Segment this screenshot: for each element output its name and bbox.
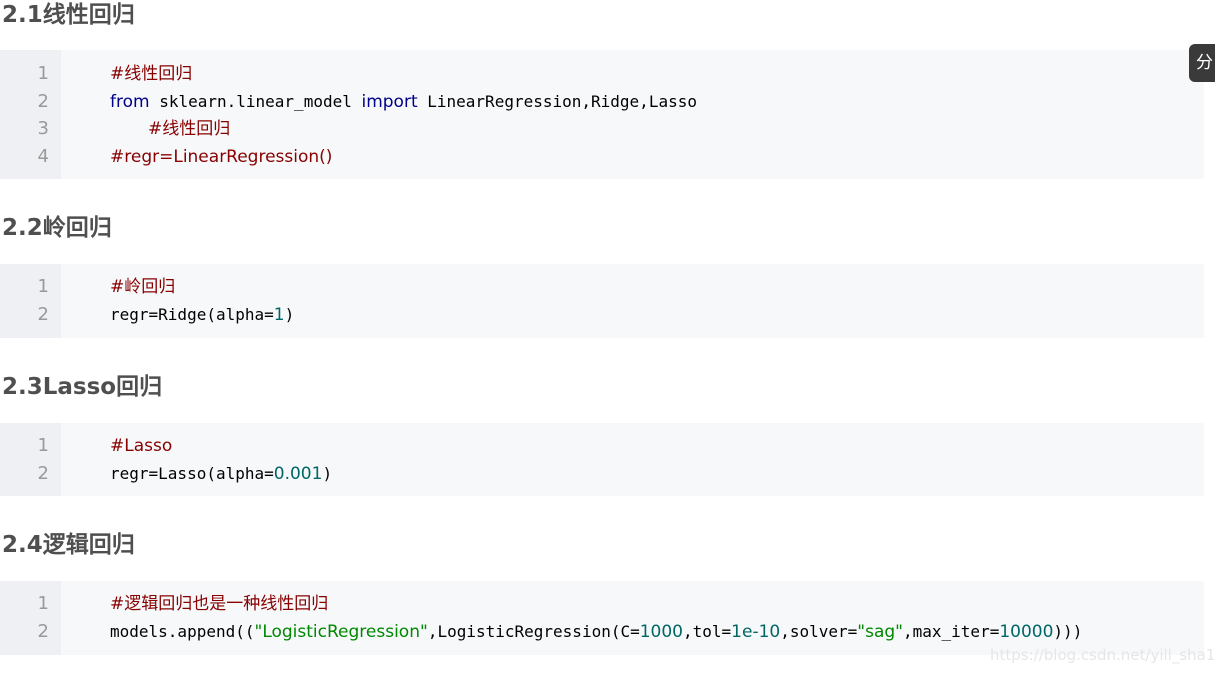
code-keyword: from	[110, 92, 150, 112]
code-line: 2 models.append(("LogisticRegression",Lo…	[0, 618, 1204, 646]
code-line: 4 #regr=LinearRegression()	[0, 143, 1204, 171]
line-number: 1	[37, 63, 49, 84]
code-plain: ,tol=	[683, 622, 732, 641]
line-number: 2	[37, 91, 49, 112]
code-number: 1e-10	[731, 622, 781, 642]
code-plain: models.append((	[110, 622, 255, 641]
code-plain: ,solver=	[780, 622, 858, 641]
code-text: from sklearn.linear_model import LinearR…	[110, 88, 697, 116]
line-number: 2	[37, 463, 49, 484]
code-text: models.append(("LogisticRegression",Logi…	[110, 618, 1082, 646]
code-string: "sag"	[857, 622, 903, 642]
code-line: 3 #线性回归	[0, 115, 1204, 143]
code-plain: ,max_iter=	[903, 622, 1000, 641]
code-line: 2 regr=Ridge(alpha=1)	[0, 301, 1204, 329]
code-block-ridge-regression: 1 #岭回归 2 regr=Ridge(alpha=1)	[0, 264, 1204, 338]
watermark-text: https://blog.csdn.net/yill_sha11	[990, 646, 1215, 664]
code-comment: #线性回归	[110, 64, 193, 84]
code-line: 1 #岭回归	[0, 273, 1204, 301]
code-text: #逻辑回归也是一种线性回归	[110, 590, 328, 618]
code-plain: regr=Lasso(alpha=	[110, 464, 274, 483]
code-number: 1	[273, 305, 285, 325]
code-comment: #regr=LinearRegression()	[110, 147, 333, 167]
share-button[interactable]: 分	[1189, 44, 1215, 82]
section-heading-linear-regression: 2.1线性回归	[2, 2, 135, 28]
code-line: 2 from sklearn.linear_model import Linea…	[0, 88, 1204, 116]
code-number: 0.001	[273, 464, 323, 484]
line-number: 1	[37, 593, 49, 614]
code-line: 1 #线性回归	[0, 60, 1204, 88]
code-text: regr=Ridge(alpha=1)	[110, 301, 294, 329]
line-number: 3	[37, 118, 49, 139]
code-block-logistic-regression: 1 #逻辑回归也是一种线性回归 2 models.append(("Logist…	[0, 581, 1204, 655]
code-plain: LinearRegression,Ridge,Lasso	[417, 92, 697, 111]
code-string: "LogisticRegression"	[254, 622, 428, 642]
code-text: #线性回归	[148, 115, 230, 143]
code-plain: )	[284, 305, 295, 324]
code-comment: #Lasso	[110, 436, 173, 456]
code-block-lasso-regression: 1 #Lasso 2 regr=Lasso(alpha=0.001)	[0, 423, 1204, 496]
code-comment: #岭回归	[110, 277, 176, 297]
line-number: 2	[37, 621, 49, 642]
code-line: 2 regr=Lasso(alpha=0.001)	[0, 460, 1204, 488]
code-plain: ,LogisticRegression(C=	[427, 622, 640, 641]
section-heading-ridge-regression: 2.2岭回归	[2, 215, 112, 241]
line-number: 2	[37, 304, 49, 325]
code-text: regr=Lasso(alpha=0.001)	[110, 460, 332, 488]
code-comment: #逻辑回归也是一种线性回归	[110, 594, 329, 614]
code-plain: )))	[1053, 622, 1083, 641]
code-comment: #线性回归	[148, 119, 231, 139]
code-plain: regr=Ridge(alpha=	[110, 305, 274, 324]
code-line: 1 #Lasso	[0, 432, 1204, 460]
section-heading-lasso-regression: 2.3Lasso回归	[2, 374, 163, 400]
code-number: 10000	[999, 622, 1054, 642]
line-number: 4	[37, 146, 49, 167]
code-text: #岭回归	[110, 273, 175, 301]
code-keyword: import	[361, 92, 418, 112]
code-line: 1 #逻辑回归也是一种线性回归	[0, 590, 1204, 618]
code-plain: )	[322, 464, 333, 483]
code-text: #regr=LinearRegression()	[110, 143, 332, 171]
line-number: 1	[37, 435, 49, 456]
code-number: 1000	[639, 622, 683, 642]
code-text: #Lasso	[110, 432, 172, 460]
code-text: #线性回归	[110, 60, 192, 88]
line-number: 1	[37, 276, 49, 297]
code-plain: sklearn.linear_model	[149, 92, 362, 111]
section-heading-logistic-regression: 2.4逻辑回归	[2, 532, 135, 558]
code-block-linear-regression: 1 #线性回归 2 from sklearn.linear_model impo…	[0, 50, 1204, 179]
